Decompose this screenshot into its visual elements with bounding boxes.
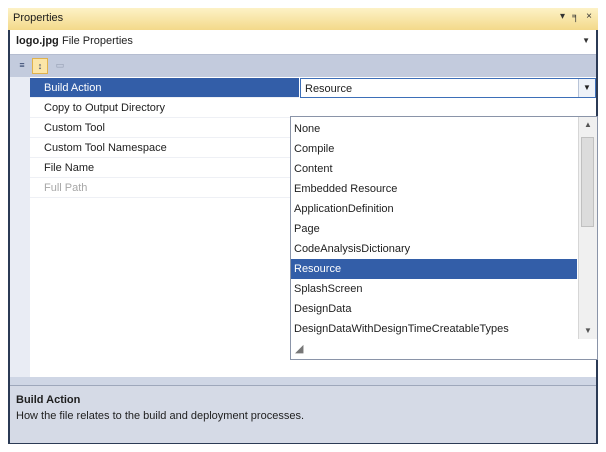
dropdown-option[interactable]: CodeAnalysisDictionary [291,239,577,259]
dropdown-option-selected[interactable]: Resource [291,259,577,279]
dropdown-scrollbar[interactable]: ▲ ▼ [578,117,597,339]
property-name: Copy to Output Directory [30,98,299,118]
dropdown-option[interactable]: Page [291,219,577,239]
auto-hide-pin-icon[interactable]: ╕ [572,11,579,22]
dropdown-option[interactable]: Embedded Resource [291,179,577,199]
property-value: Resource [305,83,353,95]
close-icon[interactable]: × [586,11,592,22]
build-action-combobox[interactable]: Resource ▼ [300,78,596,98]
dropdown-option[interactable]: None [291,119,577,139]
chevron-down-icon[interactable]: ▼ [578,79,595,97]
dropdown-option[interactable]: ApplicationDefinition [291,199,577,219]
chevron-down-icon[interactable]: ▼ [582,36,590,45]
dropdown-option[interactable]: SplashScreen [291,279,577,299]
description-title: Build Action [16,394,81,406]
description-pane: Build Action How the file relates to the… [10,385,596,443]
description-text: How the file relates to the build and de… [16,410,304,422]
scroll-up-icon[interactable]: ▲ [579,117,597,133]
property-name: Custom Tool Namespace [30,138,299,158]
properties-toolbar: ≡ ↕ ▭ [10,55,596,77]
property-name: Full Path [30,178,299,198]
property-value[interactable] [300,98,596,118]
scroll-thumb[interactable] [581,137,594,227]
property-row-build-action[interactable]: Build Action Resource ▼ [30,78,596,98]
grid-gutter [10,77,30,377]
build-action-dropdown-list: None Compile Content Embedded Resource A… [290,116,598,360]
dropdown-option[interactable]: Compile [291,139,577,159]
scroll-down-icon[interactable]: ▼ [579,323,597,339]
property-name: Build Action [30,78,299,98]
dropdown-option[interactable]: DesignDataWithDesignTimeCreatableTypes [291,319,577,339]
object-name: logo.jpg [16,35,59,47]
window-title: Properties [13,12,64,24]
categorized-icon[interactable]: ≡ [14,58,30,74]
property-row-copy-to-output[interactable]: Copy to Output Directory [30,98,596,118]
alphabetical-sort-icon[interactable]: ↕ [32,58,48,74]
title-bar: Properties ▾ ╕ × [8,8,598,30]
property-name: Custom Tool [30,118,299,138]
object-type: File Properties [62,35,133,47]
property-name: File Name [30,158,299,178]
property-pages-icon[interactable]: ▭ [52,58,68,74]
window-position-icon[interactable]: ▾ [560,11,565,22]
object-selector[interactable]: logo.jpg File Properties ▼ [10,30,596,55]
resize-grip-icon[interactable]: ◢ [295,343,307,355]
dropdown-option[interactable]: Content [291,159,577,179]
dropdown-option[interactable]: DesignData [291,299,577,319]
window-controls: ▾ ╕ × [560,11,592,22]
